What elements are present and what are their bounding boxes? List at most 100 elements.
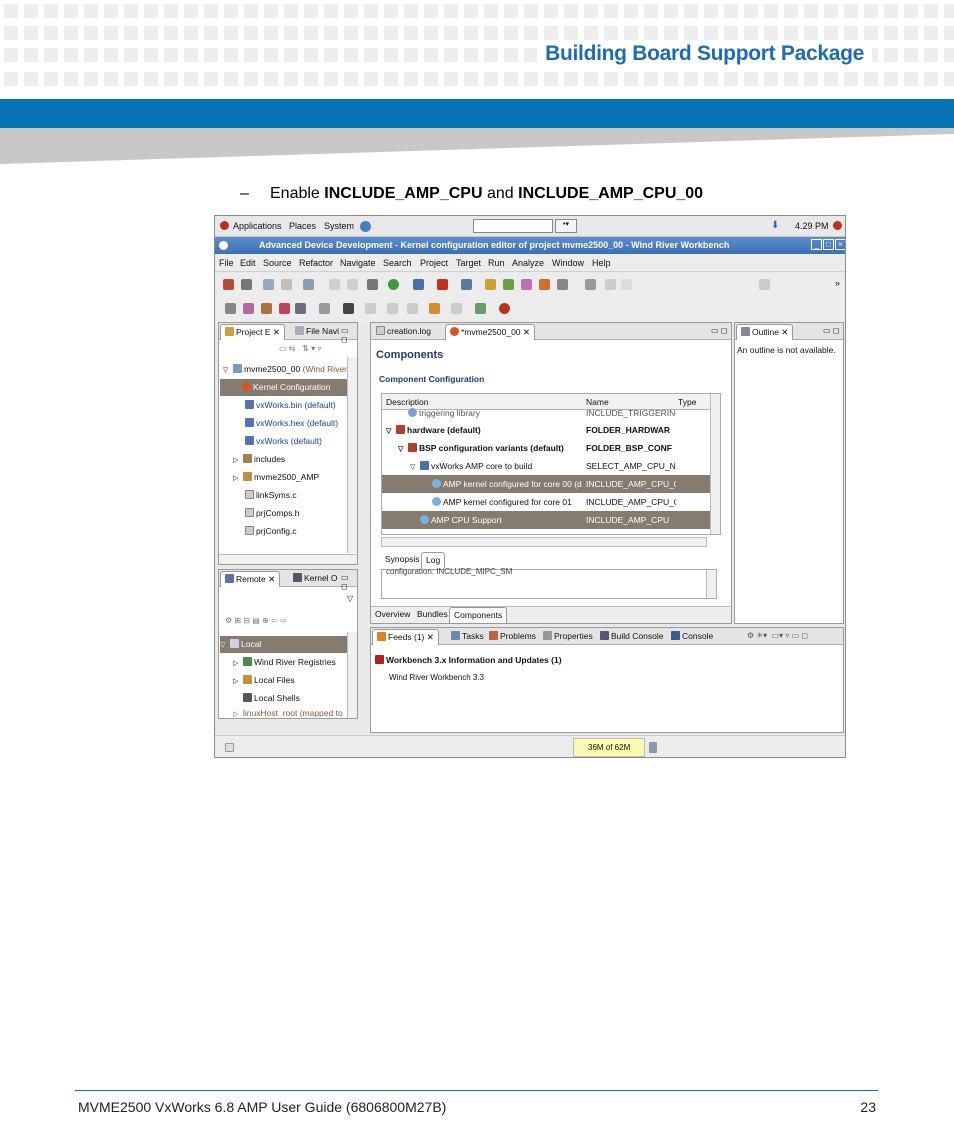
table-vscroll[interactable] (710, 394, 720, 534)
tab-build-console[interactable]: Build Console (596, 629, 667, 645)
tree-item-vxworks-hex[interactable]: vxWorks.hex (default) (245, 415, 338, 432)
menu-run[interactable]: Run (488, 258, 505, 268)
tab-components[interactable]: Components (449, 607, 508, 623)
tool-f-icon[interactable] (319, 303, 330, 314)
table-row[interactable]: ▽ hardware (default) FOLDER_HARDWAR (382, 421, 720, 439)
project-vscroll[interactable] (347, 357, 357, 553)
tool-d-icon[interactable] (279, 303, 290, 314)
tab-outline[interactable]: Outline ✕ (736, 324, 794, 340)
tool-b-icon[interactable] (243, 303, 254, 314)
profile-icon[interactable] (521, 279, 532, 290)
log-area[interactable]: configuration: INCLUDE_MIPC_SM (381, 567, 717, 599)
feed-item[interactable]: Wind River Workbench 3.3 (389, 673, 484, 682)
project-view-toolbar[interactable]: ▭ ⇆ ⇅ ▾ ▿ (279, 344, 321, 353)
copy-icon[interactable] (347, 279, 358, 290)
tab-project-explorer[interactable]: Project E ✕ (220, 324, 285, 340)
remote-item-registries[interactable]: ▷ Wind River Registries (233, 654, 336, 671)
save-all-icon[interactable] (281, 279, 292, 290)
analyze-icon[interactable] (539, 279, 550, 290)
tab-synopsis[interactable]: Synopsis (381, 552, 424, 568)
remote-menu-icon[interactable]: ▽ (347, 594, 353, 603)
tree-item-linksyms[interactable]: linkSyms.c (245, 487, 297, 504)
pin-icon[interactable] (585, 279, 596, 290)
log-vscroll[interactable] (706, 570, 716, 598)
connect-icon[interactable] (503, 279, 514, 290)
trash-icon[interactable] (649, 742, 657, 753)
perspective-icon[interactable] (759, 279, 770, 290)
menu-window[interactable]: Window (552, 258, 584, 268)
menu-project[interactable]: Project (420, 258, 448, 268)
tab-feeds[interactable]: Feeds (1) ✕ (372, 629, 439, 645)
table-row-selected[interactable]: AMP kernel configured for core 00 (d INC… (382, 475, 720, 493)
remote-item-linuxhost[interactable]: ▷ linuxHost_root (mapped to (233, 707, 343, 717)
table-row[interactable]: ▽ vxWorks AMP core to build SELECT_AMP_CP… (382, 457, 720, 475)
back-icon[interactable] (407, 303, 418, 314)
tab-bundles[interactable]: Bundles (413, 607, 452, 623)
tab-kernel-objects[interactable]: Kernel O (289, 571, 342, 587)
menu-help[interactable]: Help (592, 258, 611, 268)
tree-item-vxworks-bin[interactable]: vxWorks.bin (default) (245, 397, 336, 414)
menu-refactor[interactable]: Refactor (299, 258, 333, 268)
logout-icon[interactable] (833, 221, 842, 230)
download-icon[interactable]: ⬇ (771, 220, 779, 231)
maximize-button[interactable]: □ (823, 239, 834, 250)
system-menu[interactable]: System (324, 221, 354, 231)
forward2-icon[interactable] (451, 303, 462, 314)
tab-overview[interactable]: Overview (371, 607, 414, 623)
tool-e-icon[interactable] (295, 303, 306, 314)
fast-view-icon[interactable] (225, 743, 234, 752)
places-menu[interactable]: Places (289, 221, 316, 231)
remote-item-local[interactable]: ▽ Local (220, 636, 356, 653)
tool-a-icon[interactable] (225, 303, 236, 314)
target-icon[interactable] (485, 279, 496, 290)
tab-creation-log[interactable]: creation.log (372, 324, 435, 340)
bottom-view-toolbar[interactable]: ⚙ ✳▾ ▭▾ ▿ ▭ ◻ (747, 631, 808, 640)
col-name[interactable]: Name (586, 397, 676, 407)
menu-target[interactable]: Target (456, 258, 481, 268)
tree-item-kernel-config[interactable]: Kernel Configuration (220, 379, 356, 396)
remote-item-local-files[interactable]: ▷ Local Files (233, 672, 295, 689)
tree-item-vxworks[interactable]: vxWorks (default) (245, 433, 322, 450)
globe-icon[interactable] (360, 221, 371, 232)
tool-c-icon[interactable] (261, 303, 272, 314)
tab-properties[interactable]: Properties (539, 629, 597, 645)
open-icon[interactable] (241, 279, 252, 290)
menu-navigate[interactable]: Navigate (340, 258, 376, 268)
search-icon[interactable] (413, 279, 424, 290)
tool-i-icon[interactable] (387, 303, 398, 314)
tab-console[interactable]: Console (667, 629, 717, 645)
feed-title[interactable]: Workbench 3.x Information and Updates (1… (375, 655, 562, 665)
project-hscroll[interactable] (219, 554, 357, 564)
remote-min-max[interactable]: ▭ ◻ (341, 573, 357, 591)
debug-icon[interactable] (437, 279, 448, 290)
table-hscroll[interactable] (381, 537, 707, 547)
new-icon[interactable] (223, 279, 234, 290)
print-icon[interactable] (303, 279, 314, 290)
gear-icon[interactable] (367, 279, 378, 290)
tab-tasks[interactable]: Tasks (447, 629, 488, 645)
cut-icon[interactable] (329, 279, 340, 290)
tool-k-icon[interactable] (499, 303, 510, 314)
editor-min-max[interactable]: ▭ ◻ (711, 326, 727, 335)
close-button[interactable]: × (835, 239, 845, 250)
table-row-selected[interactable]: AMP CPU Support INCLUDE_AMP_CPU (382, 511, 720, 529)
more-icon[interactable]: » (835, 278, 840, 288)
tree-item-prjconfig[interactable]: prjConfig.c (245, 523, 297, 540)
forward-icon[interactable] (429, 303, 440, 314)
panel-input[interactable] (473, 219, 553, 233)
tool-g-icon[interactable] (343, 303, 354, 314)
menu-search[interactable]: Search (383, 258, 412, 268)
table-row[interactable]: triggering library INCLUDE_TRIGGERING (382, 407, 720, 419)
col-type[interactable]: Type (678, 397, 696, 407)
tree-root[interactable]: ▽ mvme2500_00 (Wind River V (223, 361, 355, 378)
remote-vscroll[interactable] (347, 632, 357, 718)
table-row[interactable]: ▽ BSP configuration variants (default) FO… (382, 439, 720, 457)
tool-h-icon[interactable] (365, 303, 376, 314)
wand-icon[interactable] (557, 279, 568, 290)
menu-analyze[interactable]: Analyze (512, 258, 544, 268)
tree-item-prjcomps[interactable]: prjComps.h (245, 505, 299, 522)
save-icon[interactable] (263, 279, 274, 290)
marker-icon[interactable] (605, 279, 616, 290)
panel-arrows[interactable]: •▾ (555, 219, 577, 233)
col-description[interactable]: Description (386, 397, 582, 407)
